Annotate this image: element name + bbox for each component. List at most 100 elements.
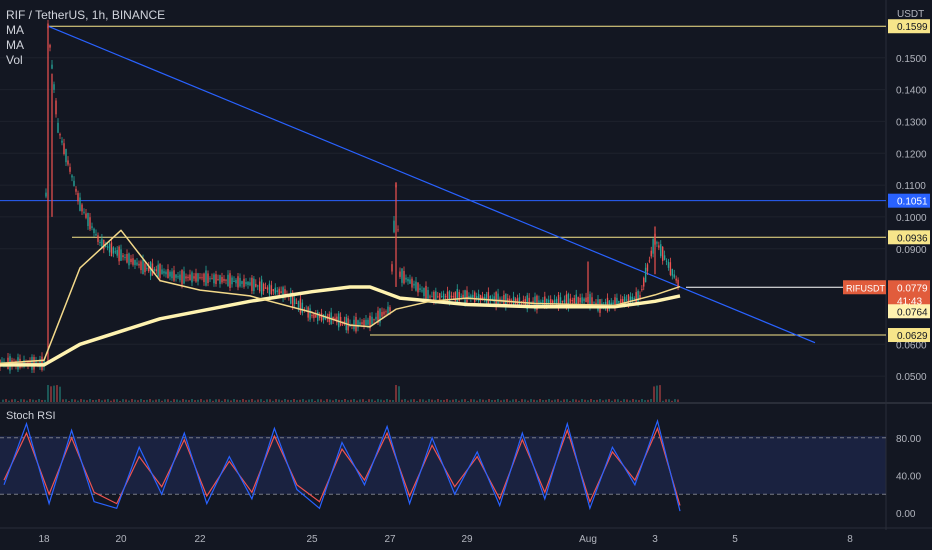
candle-body	[140, 261, 142, 271]
volume-bar	[368, 399, 370, 402]
chart-legend: RIF / TetherUS, 1h, BINANCE MA MA Vol	[6, 8, 165, 68]
volume-bar	[203, 400, 205, 402]
volume-bar	[638, 400, 640, 402]
volume-bar	[182, 399, 184, 402]
indicator-ma-2[interactable]: MA	[6, 38, 165, 53]
candle-body	[73, 180, 75, 186]
candle-body	[466, 290, 468, 303]
volume-bar	[74, 399, 76, 402]
volume-bar	[8, 400, 10, 402]
volume-bar	[110, 400, 112, 402]
volume-bar	[488, 399, 490, 402]
volume-bar	[548, 399, 550, 402]
candle-body	[618, 300, 620, 303]
volume-bar	[608, 399, 610, 402]
volume-bar	[263, 400, 265, 402]
volume-bar	[23, 399, 25, 402]
candle-body	[67, 160, 69, 165]
candle-body	[660, 244, 662, 257]
candle-body	[87, 212, 89, 227]
candle-body	[637, 290, 639, 303]
candle-body	[393, 220, 395, 233]
candle-body	[437, 296, 439, 298]
volume-bar	[611, 400, 613, 402]
volume-bar	[299, 399, 301, 402]
candle-body	[648, 260, 651, 262]
volume-bar	[671, 400, 673, 402]
candle-body	[677, 279, 679, 287]
volume-bar	[476, 400, 478, 402]
level-0-0936-label: 0.0936	[897, 233, 928, 244]
volume-bar	[257, 399, 259, 402]
candle-body	[95, 234, 97, 236]
candle-body	[381, 312, 383, 317]
candle-body	[268, 283, 271, 295]
candle-body	[197, 273, 199, 282]
candle-body	[371, 316, 373, 325]
candle-body	[112, 247, 115, 254]
candle-body	[411, 278, 413, 288]
volume-bar	[353, 399, 355, 402]
candle-body	[272, 289, 275, 292]
candle-body	[159, 264, 161, 279]
chart-title: RIF / TetherUS, 1h, BINANCE	[6, 8, 166, 22]
volume-bar	[641, 399, 643, 402]
time-tick-label: 25	[306, 534, 318, 545]
volume-bar	[308, 399, 310, 402]
candle-body	[375, 316, 377, 320]
volume-bar	[227, 399, 229, 402]
volume-bar	[11, 399, 13, 402]
volume-bar	[233, 399, 235, 402]
volume-bar	[563, 399, 565, 402]
volume-bar	[248, 399, 250, 402]
volume-bar	[44, 399, 46, 402]
volume-bar	[239, 400, 241, 402]
candle-body	[503, 295, 505, 306]
time-tick-label: 8	[847, 534, 853, 545]
price-tick-label: 0.1300	[896, 117, 927, 128]
candle-body	[171, 271, 173, 279]
candle-body	[474, 292, 476, 303]
candle-body	[211, 278, 213, 280]
candle-body	[177, 276, 179, 278]
time-tick-label: 20	[115, 534, 127, 545]
volume-bar	[569, 400, 571, 402]
volume-bar	[410, 399, 412, 402]
volume-bar	[14, 399, 16, 402]
volume-bar	[134, 399, 136, 402]
volume-bar	[494, 399, 496, 402]
volume-bar	[32, 399, 34, 402]
time-tick-label: 18	[38, 534, 50, 545]
volume-bar	[197, 399, 199, 402]
volume-bar	[170, 400, 172, 402]
candle-body	[175, 274, 177, 278]
volume-bar	[194, 400, 196, 402]
stoch-rsi-label[interactable]: Stoch RSI	[6, 410, 56, 422]
indicator-vol[interactable]: Vol	[6, 53, 165, 68]
candle-body	[163, 271, 165, 274]
volume-bar	[557, 399, 559, 402]
volume-bar	[317, 399, 319, 402]
volume-bar	[605, 399, 607, 402]
candle-body	[671, 268, 674, 276]
candle-body	[423, 287, 425, 297]
candle-body	[313, 313, 315, 319]
price-tick-label: 0.1000	[896, 213, 927, 224]
candle-body	[274, 287, 276, 294]
candle-body	[661, 246, 664, 261]
volume-bar	[101, 400, 103, 402]
volume-bar	[335, 399, 337, 402]
volume-bar	[428, 399, 430, 402]
candle-body	[633, 297, 635, 299]
candle-body	[452, 296, 455, 298]
candle-body	[237, 276, 239, 288]
indicator-ma-1[interactable]: MA	[6, 23, 165, 38]
volume-bar	[365, 400, 367, 402]
candle-body	[301, 302, 304, 313]
volume-bar	[290, 400, 292, 402]
price-tick-label: 0.0900	[896, 245, 927, 256]
price-chart[interactable]: 0.1500 0.1400 0.1300 0.1200 0.1100 0.1000 0.09…	[0, 0, 932, 550]
volume-bar	[470, 399, 472, 402]
candle-body	[355, 316, 357, 332]
candle-body	[299, 298, 302, 314]
